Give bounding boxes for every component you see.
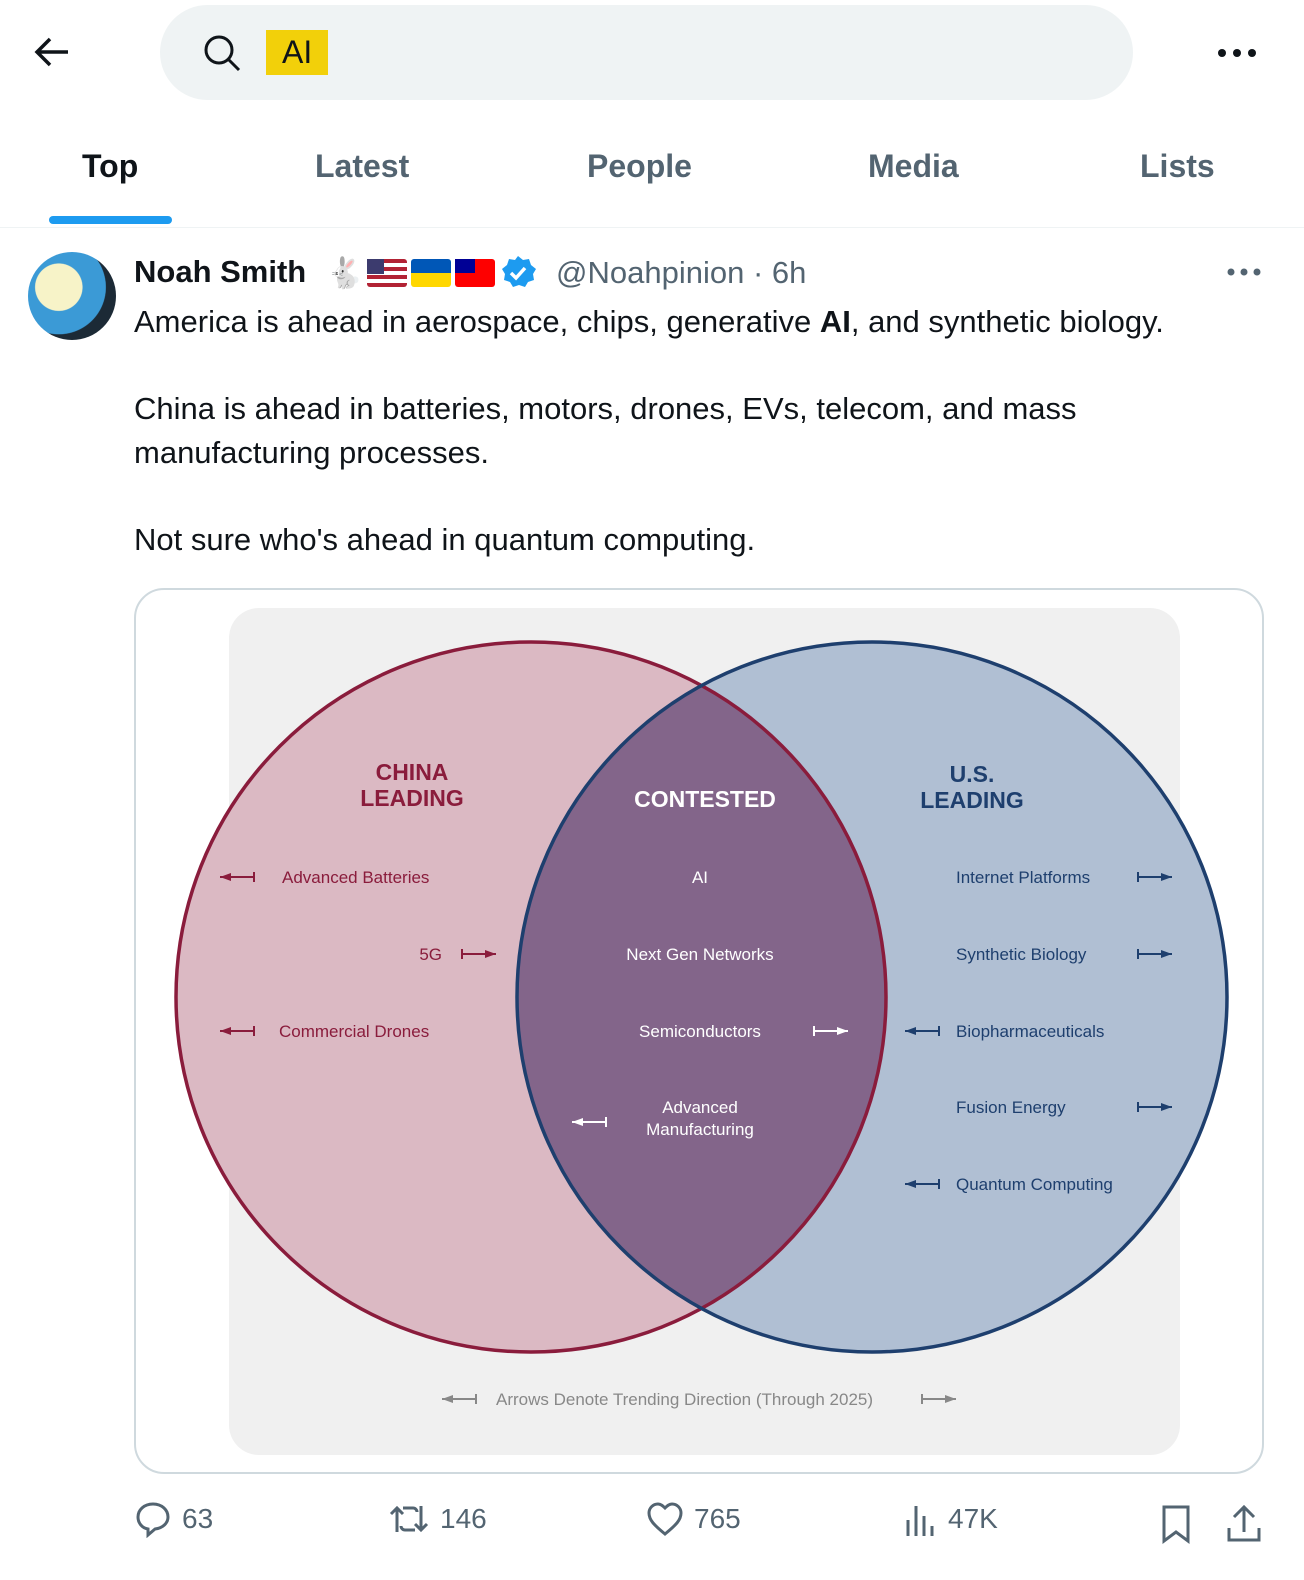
name-emojis: 🐇 <box>326 254 537 292</box>
reply-icon <box>136 1502 170 1538</box>
contested-item: Next Gen Networks <box>626 945 773 964</box>
heart-icon <box>647 1502 683 1536</box>
us-item: Biopharmaceuticals <box>956 1022 1104 1041</box>
text-segment: America is ahead in aerospace, chips, ge… <box>134 304 820 339</box>
taiwan-flag-icon <box>455 259 496 287</box>
avatar[interactable] <box>28 252 116 340</box>
reply-button[interactable]: 63 <box>134 1500 213 1538</box>
contested-title: CONTESTED <box>634 786 776 812</box>
contested-item: AI <box>692 868 708 887</box>
contested-item-line2: Manufacturing <box>646 1120 754 1139</box>
search-query: AI <box>266 30 329 75</box>
tab-latest[interactable]: Latest <box>315 148 409 185</box>
venn-diagram: CHINA LEADING CONTESTED U.S. LEADING Adv… <box>174 608 1229 1455</box>
post-text: America is ahead in aerospace, chips, ge… <box>134 300 1274 605</box>
post-actions: 63 146 765 47K <box>0 1500 1304 1550</box>
text-paragraph: Not sure who's ahead in quantum computin… <box>134 522 756 557</box>
repost-count: 146 <box>440 1503 487 1534</box>
more-options-icon[interactable] <box>1212 36 1262 70</box>
us-flag-icon <box>367 259 408 287</box>
text-segment: , and synthetic biology. <box>850 304 1164 339</box>
analytics-icon <box>906 1506 934 1536</box>
text-paragraph: China is ahead in batteries, motors, dro… <box>134 391 1077 470</box>
contested-item: Advanced <box>662 1098 738 1117</box>
post-image[interactable]: CHINA LEADING CONTESTED U.S. LEADING Adv… <box>134 588 1264 1474</box>
reply-count: 63 <box>182 1503 214 1534</box>
like-count: 765 <box>694 1503 741 1534</box>
search-tabs: Top Latest People Media Lists <box>0 118 1304 228</box>
china-item: 5G <box>419 945 442 964</box>
china-item: Advanced Batteries <box>282 868 429 887</box>
views-button[interactable]: 47K <box>904 1500 998 1538</box>
us-item: Internet Platforms <box>956 868 1090 887</box>
contested-item: Semiconductors <box>639 1022 761 1041</box>
tab-media[interactable]: Media <box>868 148 959 185</box>
repost-button[interactable]: 146 <box>388 1500 487 1538</box>
rabbit-emoji: 🐇 <box>326 256 364 290</box>
highlighted-term: AI <box>819 304 851 339</box>
tab-lists[interactable]: Lists <box>1140 148 1215 185</box>
back-arrow-icon[interactable] <box>30 30 74 74</box>
search-input[interactable]: AI <box>160 5 1133 100</box>
handle-text: @Noahpinion <box>556 255 745 290</box>
author-handle[interactable]: @Noahpinion · 6h <box>556 255 806 291</box>
verified-badge-icon <box>502 256 537 287</box>
tab-people[interactable]: People <box>587 148 692 185</box>
author-name[interactable]: Noah Smith <box>134 254 306 290</box>
tab-top[interactable]: Top <box>82 148 138 185</box>
us-title-line1: U.S. <box>950 761 995 787</box>
bookmark-icon[interactable] <box>1160 1504 1192 1544</box>
post-more-icon[interactable] <box>1224 260 1264 284</box>
us-item: Fusion Energy <box>956 1098 1066 1117</box>
view-count: 47K <box>948 1503 998 1534</box>
china-item: Commercial Drones <box>279 1022 429 1041</box>
us-item: Quantum Computing <box>956 1175 1113 1194</box>
diagram-footnote: Arrows Denote Trending Direction (Throug… <box>496 1390 873 1409</box>
china-title-line2: LEADING <box>360 785 464 811</box>
post-time: · 6h <box>752 255 807 290</box>
us-item: Synthetic Biology <box>956 945 1087 964</box>
us-title-line2: LEADING <box>920 787 1024 813</box>
china-title-line1: CHINA <box>376 759 449 785</box>
repost-icon <box>389 1505 429 1533</box>
like-button[interactable]: 765 <box>646 1500 741 1538</box>
search-icon <box>204 35 241 72</box>
active-tab-indicator <box>49 216 172 224</box>
share-icon[interactable] <box>1226 1504 1262 1544</box>
ukraine-flag-icon <box>411 259 452 287</box>
